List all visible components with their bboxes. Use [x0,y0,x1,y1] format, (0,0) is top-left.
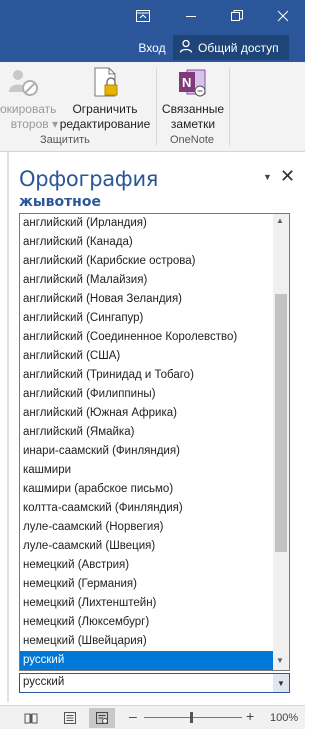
restore-button[interactable] [222,4,252,28]
read-mode-icon[interactable] [24,711,38,725]
linked-notes-label-2: заметки [170,117,216,131]
share-label: Общий доступ [198,40,279,55]
ribbon: окировать второв ▾ Ограничить редактиров… [0,62,305,152]
language-list-item[interactable]: немецкий (Швейцария) [20,632,273,651]
zoom-in-button[interactable]: + [246,708,254,724]
language-list-item[interactable]: английский (Филиппины) [20,385,273,404]
block-authors-label-2: второв ▾ [0,117,62,132]
language-list-item[interactable]: английский (Карибские острова) [20,252,273,271]
pane-options-icon[interactable]: ▼ [263,172,272,182]
close-icon [277,10,289,22]
language-list-item[interactable]: луле-саамский (Швеция) [20,537,273,556]
share-button[interactable]: Общий доступ [173,35,289,60]
zoom-slider[interactable] [144,717,242,718]
onenote-icon: N [160,66,226,102]
pane-title: Орфография [19,167,159,191]
group-label-onenote: OneNote [170,134,215,146]
pane-divider [7,152,9,702]
zoom-slider-thumb[interactable] [190,712,193,723]
svg-text:N: N [182,75,191,90]
person-icon [179,39,198,56]
language-list-item[interactable]: колтта-саамский (Финляндия) [20,499,273,518]
language-select-value: русский [23,676,65,688]
language-select[interactable]: русский ▼ [19,673,290,693]
ribbon-display-options-button[interactable] [128,4,158,28]
minimize-button[interactable] [176,4,206,28]
language-list-item[interactable]: английский (Южная Африка) [20,404,273,423]
linked-notes-button[interactable]: N Связанные заметки [160,66,226,132]
ribbon-separator [229,68,230,146]
restrict-editing-icon [57,66,153,102]
language-list-item[interactable]: английский (Сингапур) [20,309,273,328]
restore-icon [231,10,243,22]
misspelled-word: жывотное [19,194,101,210]
scroll-up-icon[interactable]: ▲ [276,216,284,225]
language-list-item[interactable]: инари-саамский (Финляндия) [20,442,273,461]
zoom-level[interactable]: 100% [270,712,298,724]
scroll-down-icon[interactable]: ▼ [276,656,284,665]
linked-notes-label-1: Связанные [161,102,225,116]
ribbon-display-icon [136,10,150,22]
restrict-editing-button[interactable]: Ограничить редактирование [57,66,153,132]
block-authors-label-1: окировать [0,102,57,116]
sign-in-link[interactable]: Вход [134,36,170,60]
language-list-items: английский (Ирландия) английский (Канада)… [20,214,273,670]
language-list-item[interactable]: английский (Ямайка) [20,423,273,442]
minimize-icon [185,10,197,22]
print-layout-icon[interactable] [63,711,77,725]
language-list-item[interactable]: русский [20,651,273,670]
language-list-item[interactable]: луле-саамский (Норвегия) [20,518,273,537]
title-bar: Вход Общий доступ [0,0,305,62]
block-authors-label-2-text: второв [10,117,49,131]
language-list-item[interactable]: английский (Канада) [20,233,273,252]
language-list-item[interactable]: английский (Малайзия) [20,271,273,290]
web-layout-icon [95,711,109,725]
restrict-editing-label-1: Ограничить [72,102,138,116]
pane-close-icon[interactable]: ✕ [280,166,295,187]
scrollbar-thumb[interactable] [275,294,287,552]
status-bar: – + 100% [0,705,305,729]
block-authors-icon [0,66,62,102]
ribbon-separator [156,68,157,146]
chevron-down-icon[interactable]: ▼ [273,674,289,692]
block-authors-button[interactable]: окировать второв ▾ [0,66,62,132]
group-label-protect: Защитить [40,134,90,146]
language-list-item[interactable]: немецкий (Австрия) [20,556,273,575]
language-list-item[interactable]: английский (Ирландия) [20,214,273,233]
language-list[interactable]: английский (Ирландия) английский (Канада)… [19,213,290,671]
language-list-item[interactable]: английский (Соединенное Королевство) [20,328,273,347]
language-list-item[interactable]: немецкий (Германия) [20,575,273,594]
language-list-item[interactable]: английский (США) [20,347,273,366]
language-list-item[interactable]: немецкий (Лихтенштейн) [20,594,273,613]
language-list-item[interactable]: английский (Новая Зеландия) [20,290,273,309]
language-list-item[interactable]: немецкий (Люксембург) [20,613,273,632]
language-list-item[interactable]: английский (Тринидад и Тобаго) [20,366,273,385]
close-window-button[interactable] [268,4,298,28]
zoom-out-button[interactable]: – [129,708,137,724]
restrict-editing-label-2: редактирование [59,117,151,131]
language-list-item[interactable]: кашмири (арабское письмо) [20,480,273,499]
language-list-scrollbar[interactable]: ▲ ▼ [273,214,289,670]
language-list-item[interactable]: кашмири [20,461,273,480]
